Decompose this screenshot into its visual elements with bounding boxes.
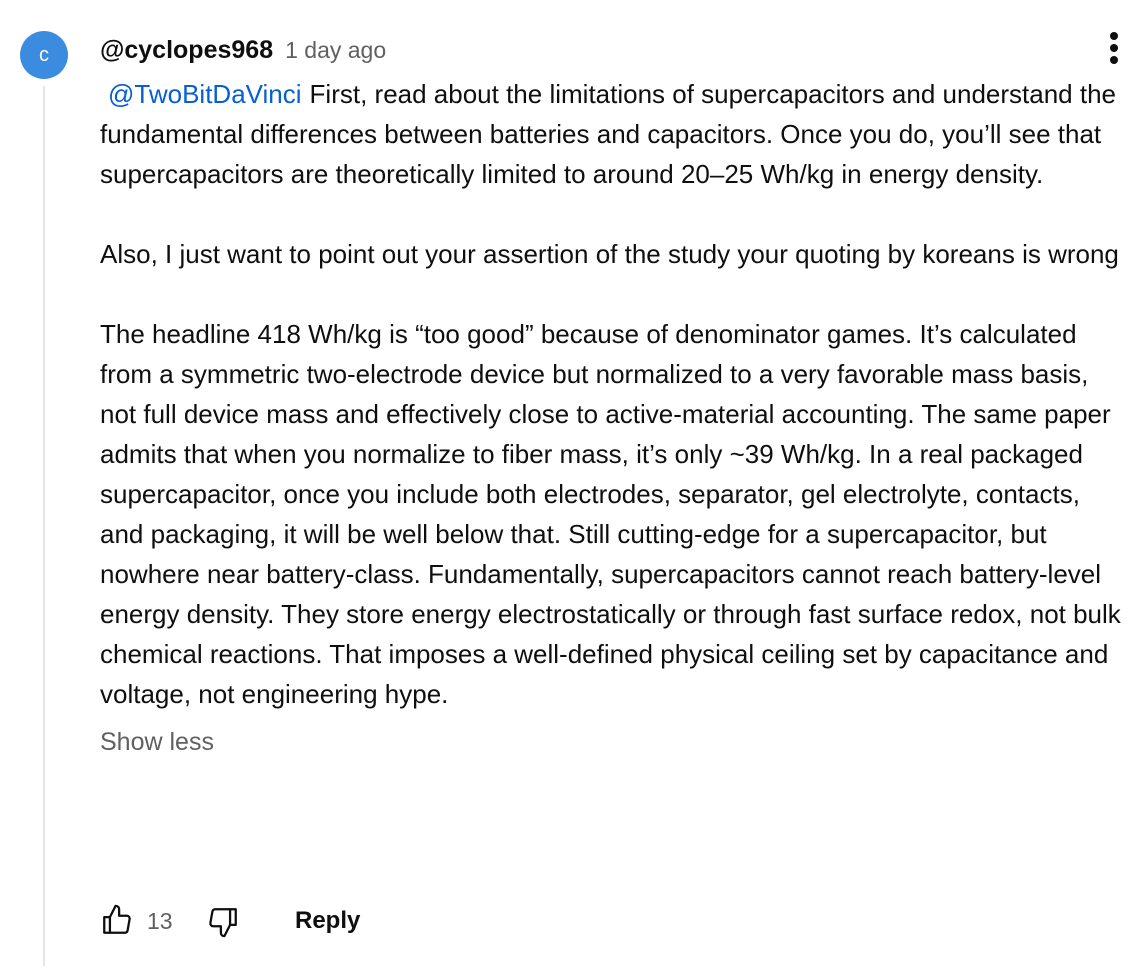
thumbs-up-icon (103, 904, 131, 934)
comment-paragraph-2: Also, I just want to point out your asse… (100, 239, 1119, 269)
thumbs-down-icon (209, 908, 237, 938)
like-count: 13 (147, 908, 173, 934)
dislike-button[interactable] (206, 905, 240, 939)
show-less-button[interactable]: Show less (100, 722, 1125, 762)
comment-time[interactable]: 1 day ago (285, 37, 386, 64)
comment-paragraph-1: @TwoBitDaVinci First, read about the limi… (100, 74, 1125, 194)
more-vertical-icon (1110, 32, 1118, 64)
reply-button[interactable]: Reply (295, 905, 360, 937)
comment-author[interactable]: @cyclopes968 (100, 36, 273, 65)
comment-paragraph-3: The headline 418 Wh/kg is “too good” bec… (100, 319, 1121, 709)
mention-link[interactable]: @TwoBitDaVinci (108, 79, 302, 109)
comment-body: @TwoBitDaVinci First, read about the limi… (100, 74, 1125, 714)
avatar-initial: c (39, 43, 49, 66)
thread-line (43, 86, 45, 966)
more-actions-button[interactable] (1099, 30, 1129, 66)
comment-header: @cyclopes968 1 day ago (100, 30, 1125, 70)
avatar[interactable]: c (20, 31, 68, 79)
like-button[interactable] (100, 903, 134, 937)
comment: @cyclopes968 1 day ago @TwoBitDaVinci Fir… (100, 30, 1125, 762)
comment-actions: 13 Reply (100, 875, 500, 971)
